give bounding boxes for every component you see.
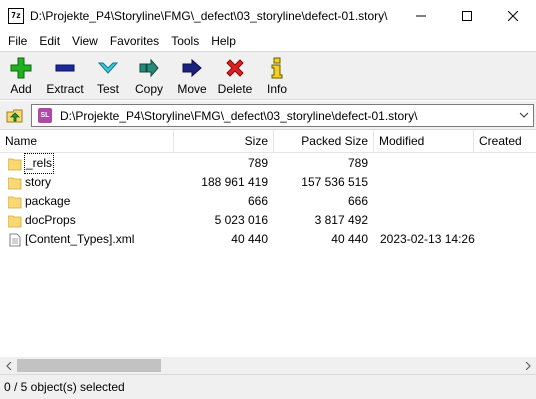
toolbar: Add Extract Test Copy Move Delete Info: [0, 51, 536, 100]
menu-tools[interactable]: Tools: [165, 31, 205, 51]
extract-button[interactable]: Extract: [42, 52, 88, 99]
list-item-size: 789: [247, 156, 268, 170]
minimize-button[interactable]: [398, 0, 444, 31]
copy-button[interactable]: Copy: [128, 52, 170, 99]
list-item-size: 188 961 419: [201, 175, 268, 189]
list-item-modified: 2023-02-13 14:26: [380, 232, 475, 246]
list-item-modified: [380, 192, 474, 211]
test-button[interactable]: Test: [88, 52, 128, 99]
close-icon: [508, 10, 518, 21]
menu-help[interactable]: Help: [205, 31, 242, 51]
list-item-packed-size: 3 817 492: [314, 213, 368, 227]
add-label: Add: [10, 82, 32, 96]
close-button[interactable]: [490, 0, 536, 31]
menu-bar: File Edit View Favorites Tools Help: [0, 31, 536, 51]
list-item-name: _rels: [8, 153, 55, 174]
maximize-button[interactable]: [444, 0, 490, 31]
delete-button[interactable]: Delete: [214, 52, 256, 99]
file-list[interactable]: Name Size Packed Size Modified Created _…: [0, 129, 536, 357]
folder-icon: [8, 158, 22, 170]
path-text: D:\Projekte_P4\Storyline\FMG\_defect\03_…: [60, 108, 418, 123]
address-bar: SL D:\Projekte_P4\Storyline\FMG\_defect\…: [0, 101, 536, 129]
column-header-modified[interactable]: Modified: [374, 130, 474, 153]
list-item-modified: [380, 211, 474, 230]
extract-label: Extract: [46, 82, 84, 96]
menu-file[interactable]: File: [2, 31, 33, 51]
scroll-right-button[interactable]: [519, 357, 536, 374]
info-button[interactable]: Info: [256, 52, 298, 99]
list-item-name: [Content_Types].xml: [8, 230, 134, 249]
info-icon: [271, 57, 283, 79]
folder-icon: [8, 196, 22, 208]
list-item[interactable]: [Content_Types].xml 40 440 40 440 2023-0…: [0, 230, 536, 249]
list-item-modified: [380, 173, 474, 192]
folder-icon: [8, 177, 22, 189]
delete-label: Delete: [217, 82, 253, 96]
list-item-name: story: [8, 173, 51, 192]
status-bar: 0 / 5 object(s) selected: [0, 374, 536, 399]
add-button[interactable]: Add: [0, 52, 42, 99]
folder-icon: [8, 215, 22, 227]
column-header-size[interactable]: Size: [174, 130, 274, 153]
menu-edit[interactable]: Edit: [33, 31, 66, 51]
test-label: Test: [96, 82, 119, 96]
info-label: Info: [266, 82, 287, 96]
menu-favorites[interactable]: Favorites: [104, 31, 165, 51]
list-item[interactable]: docProps 5 023 016 3 817 492: [0, 211, 536, 230]
list-item-packed-size: 789: [347, 156, 368, 170]
list-item-packed-size: 157 536 515: [301, 175, 368, 189]
title-bar: 7z D:\Projekte_P4\Storyline\FMG\_defect\…: [0, 0, 536, 31]
horizontal-scrollbar[interactable]: [0, 357, 536, 374]
app-icon: 7z: [8, 7, 24, 24]
column-header-created[interactable]: Created: [474, 130, 536, 153]
copy-label: Copy: [134, 82, 163, 96]
selection-status: 0 / 5 object(s) selected: [4, 380, 125, 394]
list-item-name: docProps: [8, 211, 76, 230]
path-input[interactable]: SL D:\Projekte_P4\Storyline\FMG\_defect\…: [31, 104, 534, 127]
chevron-down-icon[interactable]: [518, 109, 530, 121]
folder-up-icon: [6, 109, 23, 123]
list-item-name: package: [8, 192, 70, 211]
plus-icon: [10, 57, 32, 79]
window-controls: [398, 0, 536, 31]
list-item[interactable]: _rels 789 789: [0, 153, 536, 174]
minimize-icon: [416, 15, 426, 16]
scroll-left-button[interactable]: [0, 357, 17, 374]
move-label: Move: [177, 82, 207, 96]
list-item[interactable]: package 666 666: [0, 192, 536, 211]
copy-arrow-icon: [139, 58, 159, 78]
list-item-packed-size: 40 440: [331, 232, 368, 246]
scrollbar-thumb[interactable]: [17, 359, 161, 372]
list-header: Name Size Packed Size Modified Created: [0, 130, 536, 153]
chevron-left-icon: [5, 361, 11, 370]
move-arrow-icon: [182, 58, 202, 78]
maximize-icon: [462, 10, 472, 21]
list-item-packed-size: 666: [347, 194, 368, 208]
column-header-name[interactable]: Name: [0, 130, 174, 153]
list-item-modified: [380, 154, 474, 173]
menu-view[interactable]: View: [66, 31, 104, 51]
list-item-size: 666: [247, 194, 268, 208]
window-title: D:\Projekte_P4\Storyline\FMG\_defect\03_…: [30, 8, 388, 23]
list-item-size: 5 023 016: [214, 213, 268, 227]
list-item-size: 40 440: [231, 232, 268, 246]
column-header-packed-size[interactable]: Packed Size: [274, 130, 374, 153]
check-chevron-icon: [97, 62, 119, 74]
delete-x-icon: [226, 59, 244, 77]
file-icon: [9, 233, 21, 246]
chevron-right-icon: [525, 361, 531, 370]
up-folder-button[interactable]: [4, 104, 26, 126]
storyline-file-icon: SL: [38, 108, 52, 123]
list-item[interactable]: story 188 961 419 157 536 515: [0, 173, 536, 192]
minus-icon: [55, 64, 75, 72]
move-button[interactable]: Move: [170, 52, 214, 99]
